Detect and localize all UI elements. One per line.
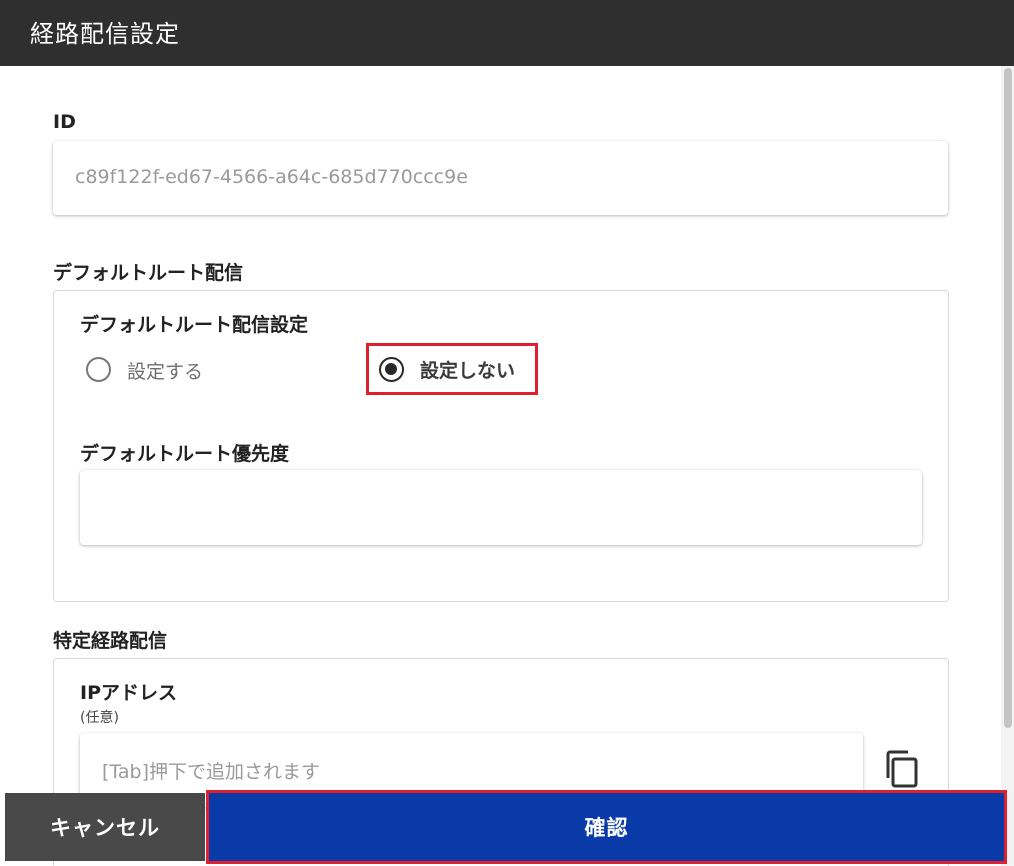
cancel-button[interactable]: キャンセル — [5, 793, 205, 861]
dialog-header: 経路配信設定 — [0, 0, 1014, 66]
ip-address-label: IPアドレス — [80, 682, 177, 704]
confirm-button[interactable]: 確認 — [209, 793, 1004, 861]
ip-address-optional: (任意) — [80, 710, 119, 726]
id-value: c89f122f-ed67-4566-a64c-685d770ccc9e — [75, 166, 468, 188]
dialog-title: 経路配信設定 — [30, 20, 180, 48]
radio-enable-label[interactable]: 設定する — [127, 357, 203, 384]
route-distribution-dialog: 経路配信設定 ID c89f122f-ed67-4566-a64c-685d77… — [0, 0, 1014, 866]
radio-enable[interactable] — [86, 357, 111, 382]
radio-disable-highlight — [366, 343, 538, 395]
scrollbar-thumb[interactable] — [1004, 68, 1012, 728]
copy-icon[interactable] — [884, 750, 920, 788]
specific-route-section-label: 特定経路配信 — [53, 630, 168, 652]
default-route-priority-input[interactable] — [80, 470, 922, 545]
default-route-section-label: デフォルトルート配信 — [53, 262, 244, 284]
ip-address-placeholder: [Tab]押下で追加されます — [102, 761, 320, 783]
default-route-setting-label: デフォルトルート配信設定 — [80, 314, 309, 336]
id-field: c89f122f-ed67-4566-a64c-685d770ccc9e — [53, 141, 948, 215]
default-route-priority-label: デフォルトルート優先度 — [80, 443, 290, 465]
id-label: ID — [53, 111, 76, 133]
